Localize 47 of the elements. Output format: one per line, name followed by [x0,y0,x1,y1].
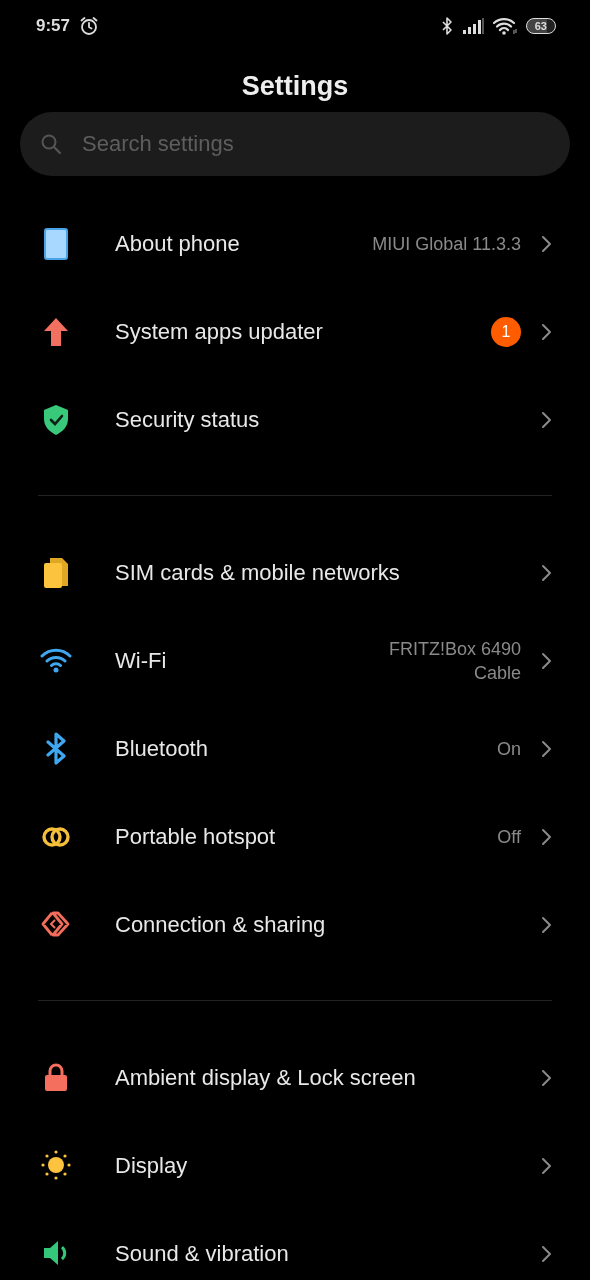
item-label: Wi-Fi [115,648,168,674]
chevron-right-icon [541,916,552,934]
chevron-right-icon [541,740,552,758]
search-field[interactable]: Search settings [20,112,570,176]
chevron-right-icon [541,235,552,253]
clock-time: 9:57 [36,16,71,36]
chevron-right-icon [541,411,552,429]
settings-item[interactable]: Sound & vibration [0,1210,590,1280]
item-value: MIUI Global 11.3.3 [372,233,521,255]
chevron-right-icon [541,828,552,846]
wifi-icon [492,17,517,35]
settings-item[interactable]: Display [0,1122,590,1210]
item-value: Off [497,826,521,848]
chevron-right-icon [541,652,552,670]
settings-item[interactable]: Ambient display & Lock screen [0,1034,590,1122]
item-label: Bluetooth [115,736,209,762]
chevron-right-icon [541,1069,552,1087]
chevron-right-icon [541,1245,552,1263]
chevron-right-icon [541,564,552,582]
item-label: Ambient display & Lock screen [115,1065,417,1091]
item-label: System apps updater [115,319,324,345]
item-label: Display [115,1153,189,1179]
settings-item[interactable]: Portable hotspot Off [0,793,590,881]
alarm-icon [79,16,100,36]
item-value: FRITZ!Box 6490 [388,638,521,661]
settings-item[interactable]: System apps updater 1 [0,288,590,376]
item-label: Sound & vibration [115,1241,290,1267]
item-label: Security status [115,407,261,433]
settings-item[interactable]: SIM cards & mobile networks [0,529,590,617]
settings-item[interactable]: Security status [0,376,590,464]
chevron-right-icon [541,1157,552,1175]
page-title: Settings [240,70,350,103]
settings-item[interactable]: Connection & sharing [0,881,590,969]
item-label: Portable hotspot [115,824,277,850]
settings-item[interactable]: Wi-Fi FRITZ!Box 6490 Cable [0,617,590,705]
item-label: About phone [115,231,241,257]
item-label: Connection & sharing [115,912,327,938]
bluetooth-icon [440,16,453,36]
signal-icon [461,18,484,34]
item-label: SIM cards & mobile networks [115,560,401,586]
count-badge: 1 [491,317,521,347]
settings-item[interactable]: About phone MIUI Global 11.3.3 [0,200,590,288]
settings-item[interactable]: Bluetooth On [0,705,590,793]
battery-level: 63 [525,18,556,34]
chevron-right-icon [541,323,552,341]
item-value: On [497,738,521,760]
item-value: Cable [473,662,521,685]
